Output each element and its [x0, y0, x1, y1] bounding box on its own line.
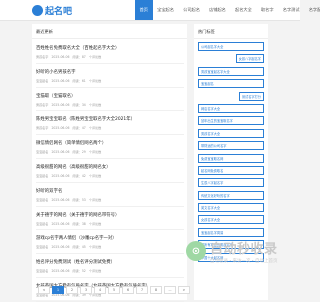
article-title[interactable]: 游戏cp名字两人情侣（沙雕cp名字一对）	[36, 235, 117, 241]
page-button[interactable]: 8	[150, 286, 162, 294]
watermark-badge: ⊙ 自动秒收录 自动收录・来访一次・自动上首页	[186, 238, 278, 264]
pagination: < 1 2 3 4 5 6 7 8 ... >	[38, 286, 192, 294]
tag-link[interactable]: 英文名字大全	[198, 203, 264, 213]
watermark-title: 自动秒收录	[210, 242, 278, 257]
list-item[interactable]: 微信情侣网名（简单情侣网名两个） 宝宝起名 2025-06-06 阅读：29 个评…	[36, 135, 184, 159]
divider	[194, 38, 268, 39]
watermark-subtitle: 自动收录・来访一次・自动上首页	[210, 259, 278, 264]
article-meta: 宝宝起名 2025-06-06 阅读：45 个评论数	[36, 245, 102, 250]
menu-item-home[interactable]: 首页	[135, 0, 153, 20]
tag-link[interactable]: 带财运的公司名字	[198, 141, 264, 151]
list-item[interactable]: 姓名评分免费测试（姓名评分测试免费） 宝宝起名 2025-06-06 阅读：52 …	[36, 254, 184, 278]
article-meta: 宝宝起名 2025-06-06 阅读：61 个评论数	[36, 78, 102, 83]
list-item[interactable]: 宝猫取（宝猫取名） 男孩名字 2025-06-06 阅读：34 个评论数	[36, 88, 184, 112]
tag-link[interactable]: 女孩八字起名字	[235, 54, 264, 64]
article-title[interactable]: 好听的小名男孩名字	[36, 69, 76, 75]
page-prev-button[interactable]: <	[38, 286, 50, 294]
menu-item-shop-naming[interactable]: 店铺起名	[204, 0, 230, 20]
tag-link[interactable]: 女孩名字大全	[198, 215, 264, 225]
article-title[interactable]: 宝猫取（宝猫取名）	[36, 93, 76, 99]
tag-link[interactable]: 宝宝起名	[198, 79, 264, 89]
menu-item-baby-naming[interactable]: 宝宝起名	[153, 0, 179, 20]
list-item[interactable]: 游戏cp名字两人情侣（沙雕cp名字一对） 宝宝起名 2025-06-06 阅读：4…	[36, 230, 184, 255]
article-meta: 男孩名字 2025-06-06 阅读：87 个评论数	[36, 55, 102, 59]
tag-link[interactable]: 鼠年出生的宝宝取名字	[198, 116, 264, 126]
page-next-button[interactable]: >	[178, 286, 190, 294]
article-meta: 宝宝起名 2025-06-06 阅读：42 个评论数	[36, 173, 102, 178]
menu-item-company-naming[interactable]: 公司起名	[179, 0, 205, 20]
article-meta: 男孩名字 2025-06-06 阅读：47 个评论数	[36, 126, 102, 131]
page-button[interactable]: 2	[66, 286, 78, 294]
article-title[interactable]: 百姓姓名免费取名大全（百姓起名字大全）	[36, 45, 119, 51]
article-meta: 宝宝起名 2025-06-06 阅读：53 个评论数	[36, 197, 102, 202]
article-meta: 男孩名字 2025-06-06 阅读：34 个评论数	[36, 102, 102, 107]
tag-link[interactable]: 起名网免费取名	[198, 165, 264, 175]
logo-text: 起名吧	[45, 6, 73, 17]
page-button[interactable]: 1	[52, 286, 64, 294]
tag-link[interactable]: 宝宝起名字周易	[198, 227, 264, 237]
page-button[interactable]: 5	[108, 286, 120, 294]
list-item[interactable]: 百姓姓名免费取名大全（百姓起名字大全） 男孩名字 2025-06-06 阅读：87…	[36, 40, 184, 64]
page-button[interactable]: 7	[136, 286, 148, 294]
tag-link[interactable]: 传统文化好听的名字	[198, 190, 264, 200]
article-list: 百姓姓名免费取名大全（百姓起名字大全） 男孩名字 2025-06-06 阅读：87…	[36, 40, 184, 302]
page-button[interactable]: 6	[122, 286, 134, 294]
list-item[interactable]: 好听的双字名宝宝起名 2025-06-06 阅读：53 个评论数	[36, 183, 184, 207]
menu-item-get-name[interactable]: 取名字	[256, 0, 278, 20]
article-title[interactable]: 姓名评分免费测试（姓名评分测试免费）	[36, 259, 115, 265]
section-title: 最近更新	[36, 29, 53, 34]
tag-link[interactable]: 男孩宝宝起名字大全	[198, 66, 264, 76]
tag-link[interactable]: 公司起名字大全	[198, 42, 264, 51]
page-ellipsis: ...	[164, 286, 176, 294]
article-title[interactable]: 高级很甜的网名（高级很甜的网名女）	[36, 164, 111, 170]
list-item[interactable]: 陈姓男宝宝取名（陈姓男宝宝取名字大全2021年） 男孩名字 2025-06-06 …	[36, 111, 184, 136]
list-item[interactable]: 关于禧字的网名（关于禧字的网名带符号） 宝宝起名 2025-06-06 阅读：38…	[36, 207, 184, 231]
article-meta: 宝宝起名 2025-06-06 阅读：52 个评论数	[36, 269, 102, 274]
menu-item-name-match[interactable]: 名字配对	[304, 0, 320, 20]
logo-icon	[32, 4, 43, 16]
article-title[interactable]: 好听的双字名	[36, 188, 62, 194]
tag-link[interactable]: 生辰八字起名字	[198, 178, 264, 188]
tag-link[interactable]: 测试名字打分	[238, 91, 264, 101]
tag-link[interactable]: 免费宝宝取名网	[198, 153, 264, 163]
article-meta: 宝宝起名 2025-06-06 阅读：29 个评论数	[36, 150, 102, 155]
watermark-logo-icon: ⊙	[186, 241, 206, 261]
list-item[interactable]: 好听的小名男孩名字宝宝起名 2025-06-06 阅读：61 个评论数	[36, 64, 184, 88]
list-item[interactable]: 高级很甜的网名（高级很甜的网名女） 宝宝起名 2025-06-06 阅读：42 个…	[36, 159, 184, 183]
menu-item-naming-collection[interactable]: 起名大全	[230, 0, 256, 20]
article-title[interactable]: 陈姓男宝宝取名（陈姓男宝宝取名字大全2021年）	[36, 116, 135, 122]
divider	[32, 38, 187, 39]
menu-item-name-test[interactable]: 名字测试	[278, 0, 304, 20]
site-logo[interactable]: 起名吧	[32, 3, 72, 17]
tag-link[interactable]: 网店名字大全	[198, 103, 264, 113]
page-button[interactable]: 3	[80, 286, 92, 294]
tag-list: 公司起名字大全 女孩八字起名字 男孩宝宝起名字大全 宝宝起名 测试名字打分 网店…	[198, 42, 264, 265]
main-content: 最近更新 百姓姓名免费取名大全（百姓起名字大全） 男孩名字 2025-06-06 …	[32, 24, 190, 302]
page-button[interactable]: 4	[94, 286, 106, 294]
article-meta: 宝宝起名 2025-06-06 阅读：38 个评论数	[36, 221, 102, 226]
tag-link[interactable]: 男孩名字大全	[198, 128, 264, 138]
article-title[interactable]: 关于禧字的网名（关于禧字的网名带符号）	[36, 212, 119, 218]
main-menu: 首页 宝宝起名 公司起名 店铺起名 起名大全 取名字 名字测试 名字配对	[135, 0, 320, 20]
top-nav: 起名吧 首页 宝宝起名 公司起名 店铺起名 起名大全 取名字 名字测试 名字配对	[0, 0, 320, 21]
article-title[interactable]: 微信情侣网名（简单情侣网名两个）	[36, 140, 106, 146]
sidebar-title: 热门标签	[198, 29, 215, 34]
